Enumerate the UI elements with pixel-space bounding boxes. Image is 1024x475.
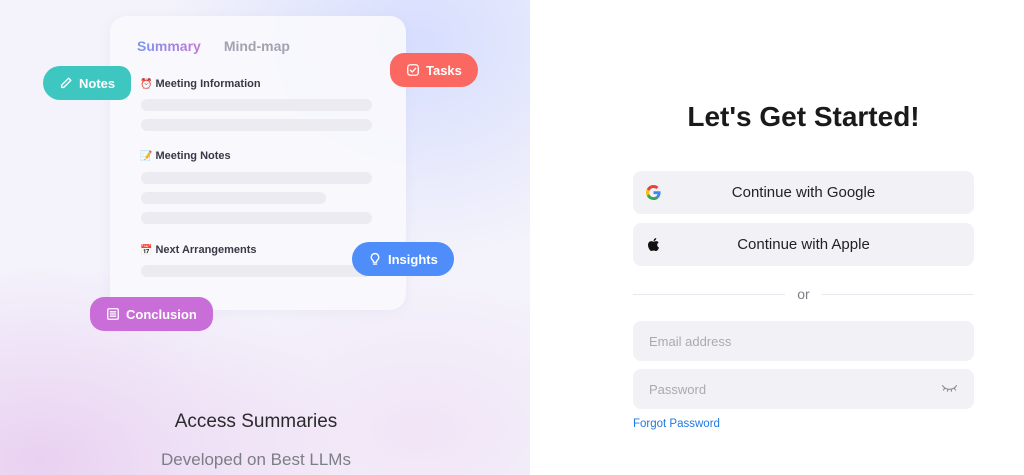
section-title: Next Arrangements — [155, 244, 257, 256]
tab-summary: Summary — [137, 38, 201, 54]
conclusion-label: Conclusion — [126, 306, 197, 322]
google-button-label: Continue with Google — [731, 184, 876, 201]
calendar-icon: 📅 — [140, 244, 153, 256]
section-title: Meeting Information — [155, 78, 261, 90]
section-title: Meeting Notes — [155, 150, 231, 162]
feature-preview-panel: Summary Mind-map ⏰ Meeting Information 📝… — [0, 0, 530, 475]
placeholder-line — [141, 119, 372, 131]
promo-headline: Access Summaries — [174, 411, 338, 432]
placeholder-line — [141, 265, 372, 277]
or-divider: or — [633, 286, 974, 302]
conclusion-badge: Conclusion — [90, 297, 213, 331]
apple-button-label: Continue with Apple — [737, 236, 870, 253]
placeholder-line — [141, 192, 326, 204]
google-icon — [646, 185, 661, 200]
section-meeting-information: ⏰ Meeting Information — [140, 78, 261, 90]
password-field[interactable]: Password — [633, 369, 974, 409]
memo-icon: 📝 — [140, 150, 153, 162]
forgot-password-link[interactable]: Forgot Password — [633, 418, 720, 430]
tasks-label: Tasks — [426, 62, 462, 78]
pencil-icon — [60, 77, 72, 89]
tab-mindmap: Mind-map — [223, 38, 290, 54]
signup-panel: Let's Get Started! Continue with Google … — [530, 0, 1024, 475]
insights-label: Insights — [388, 251, 438, 267]
password-placeholder: Password — [649, 381, 707, 397]
alarm-clock-icon: ⏰ — [140, 78, 153, 90]
apple-icon — [647, 237, 660, 252]
eye-closed-icon[interactable] — [941, 382, 958, 394]
list-document-icon — [107, 308, 119, 320]
insights-badge: Insights — [352, 242, 454, 276]
check-square-icon — [407, 64, 419, 76]
continue-with-google-button[interactable]: Continue with Google — [633, 171, 974, 214]
notes-label: Notes — [79, 75, 116, 91]
lightbulb-icon — [370, 252, 380, 265]
placeholder-line — [141, 172, 372, 184]
promo-subline: Developed on Best LLMs — [161, 450, 351, 469]
card-tabs: Summary Mind-map — [137, 38, 290, 54]
tasks-badge: Tasks — [390, 53, 478, 87]
email-field[interactable]: Email address — [633, 321, 974, 361]
notes-badge: Notes — [43, 66, 132, 100]
placeholder-line — [141, 99, 372, 111]
divider-label: or — [797, 286, 810, 302]
placeholder-line — [141, 212, 372, 224]
continue-with-apple-button[interactable]: Continue with Apple — [633, 223, 974, 266]
page-title: Let's Get Started! — [687, 101, 920, 132]
email-placeholder: Email address — [649, 333, 732, 349]
section-meeting-notes: 📝 Meeting Notes — [140, 150, 231, 162]
section-next-arrangements: 📅 Next Arrangements — [140, 244, 257, 256]
